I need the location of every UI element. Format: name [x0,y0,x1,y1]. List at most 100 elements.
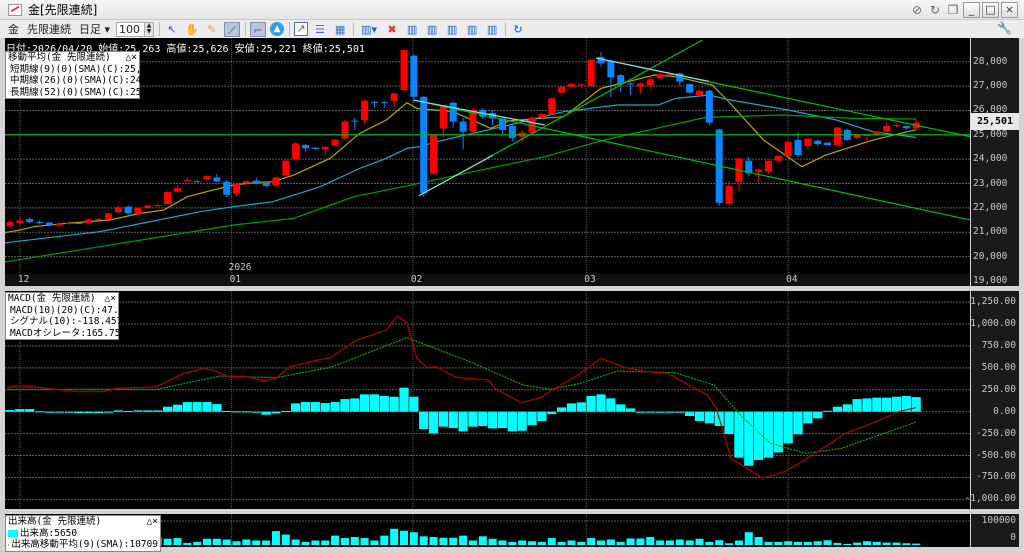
candle-up [567,84,575,87]
pin-icon[interactable]: ⊘ [909,2,925,18]
volume-bar [370,540,379,545]
grid-icon[interactable]: ▦ [332,22,348,37]
volume-bar [803,541,812,545]
volume-bar [518,540,527,545]
volume-bar [656,540,665,545]
hand-icon[interactable]: ✋ [184,22,200,37]
volume-label: 出来高:5650 [20,527,78,539]
volume-bar [173,538,182,545]
macd-axis[interactable]: 1,250.00 1,000.00 750.00 500.00 250.00 0.00 -2… [965,291,1019,509]
contract-selector[interactable]: 先限連続 [27,21,71,37]
volume-bar [281,534,290,545]
macd-tick-label: 500.00 [981,361,1016,373]
macd-oscillator-bar [360,394,370,412]
volume-legend-title: 出来高(金 先限連続) [8,516,102,527]
indicator-3-icon[interactable]: ▥ [444,22,460,37]
volume-axis[interactable]: 100000 0 [971,514,1019,547]
indicator-2-icon[interactable]: ▥ [424,22,440,37]
chart-window-icon[interactable]: ↗ [294,22,309,36]
indicator-1-icon[interactable]: ▥ [404,22,420,37]
settings-wrench-icon[interactable]: 🔧 [997,21,1012,35]
price-tick-label: 19,000 [973,275,1008,287]
volume-bar [587,538,596,545]
price-tick-label: 26,000 [973,104,1008,116]
candle-down [686,84,694,93]
month-tick-label: 12 [17,274,30,285]
legend-collapse-close-icon[interactable]: △× [126,52,137,64]
divider [353,22,355,36]
volume-bar [853,542,862,545]
minimize-button[interactable]: _ [963,2,980,18]
crosshair-icon[interactable]: ⌐ [250,21,267,37]
maximize-button[interactable]: □ [982,2,999,18]
macd-oscillator-bar [182,402,192,412]
volume-bar [508,541,517,545]
candle-up [833,127,841,146]
macd-oscillator-bar [488,411,498,429]
reload-icon[interactable]: ↻ [927,2,943,18]
legend-collapse-close-icon[interactable]: △× [105,293,116,305]
ma-short-label: 短期線(9)(0)(SMA)(C):25,210 [10,63,159,75]
legend-collapse-close-icon[interactable]: △× [147,516,158,528]
pencil-icon[interactable]: ✎ [204,22,220,37]
cursor-icon[interactable]: ↖ [164,22,180,37]
trend-line [418,154,493,197]
bar-chart-dropdown-icon[interactable]: ▥▾ [358,22,380,37]
trendline-icon[interactable]: ⟋ [224,21,241,37]
macd-oscillator-bar [862,398,872,412]
refresh-icon[interactable]: ↻ [510,22,526,37]
volume-bar [636,538,645,545]
volume-ma-label: 出来高移動平均(9)(SMA):10709 [11,539,158,550]
close-button[interactable]: × [1001,2,1018,18]
commodity-selector[interactable]: 金 [8,21,19,37]
price-tick-label: 23,000 [973,177,1008,189]
spinner-arrows-icon[interactable]: ▲ ▼ [144,22,154,36]
indicator-5-icon[interactable]: ▥ [484,22,500,37]
candle-down [617,75,625,84]
macd-oscillator-bar [54,411,64,413]
window-title: 金[先限連続] [28,3,98,17]
scroll-up-icon[interactable]: ▲ [270,22,285,36]
macd-panel[interactable] [5,291,970,509]
bar-count-spinner[interactable]: 100 ▲ ▼ [116,21,155,37]
macd-oscillator-bar [15,409,25,412]
candle-up [646,79,654,86]
volume-bar [685,540,694,545]
volume-bar [567,540,576,545]
candle-up [764,160,772,172]
macd-oscillator-bar [625,408,636,412]
volume-bar [419,536,428,545]
macd-oscillator-bar [694,411,705,421]
divider [289,22,291,36]
macd-oscillator-bar [113,410,123,412]
grid-lines-icon[interactable]: ☰ [312,22,328,37]
signal-label: シグナル(10):-118.4573 [10,316,129,327]
price-axis[interactable]: 25,501 28,000 27,000 26,000 25,000 24,000 23,… [971,38,1019,286]
copy-window-icon[interactable]: ❐ [945,2,961,18]
candle-up [400,50,408,90]
macd-oscillator-bar [271,411,281,414]
delete-chart-icon[interactable]: ✖ [384,22,400,37]
candle-up [134,207,142,214]
candle-up [203,175,211,180]
divider [245,22,247,36]
macd-oscillator-bar [192,402,202,412]
macd-oscillator-bar [832,406,842,412]
period-dropdown[interactable]: 日足 ▾ [79,21,110,37]
candle-down [794,139,802,156]
macd-tick-label: -1,000.00 [964,493,1016,505]
macd-oscillator-bar [222,410,232,412]
macd-legend-macd: MACD(10)(20)(C):47.2949 [8,305,142,317]
volume-bar [843,543,852,545]
indicator-4-icon[interactable]: ▥ [464,22,480,37]
macd-oscillator-bar [566,403,577,412]
candle-down [420,96,428,194]
macd-legend-oscillator: MACDオシレータ:165.7522 [8,328,132,340]
candle-up [233,184,241,194]
macd-chart [5,291,970,509]
month-tick-label: 01 [229,274,242,285]
macd-oscillator-bar [320,403,330,412]
volume-bar [222,539,231,545]
macd-oscillator-bar [468,411,478,427]
volume-bar [429,537,438,545]
